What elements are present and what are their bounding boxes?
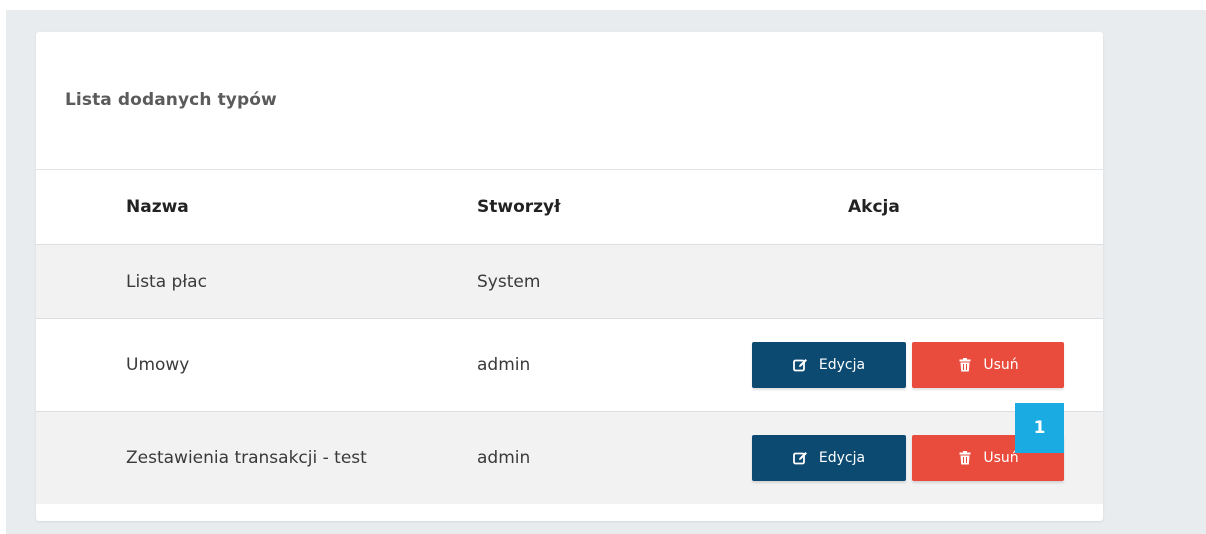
card-header: Lista dodanych typów: [36, 32, 1103, 170]
types-card: Lista dodanych typów Nazwa Stworzył Akcj…: [36, 32, 1103, 521]
row-name: Zestawienia transakcji - test: [126, 447, 367, 468]
delete-button[interactable]: Usuń: [912, 342, 1064, 388]
edit-button-label: Edycja: [818, 449, 866, 466]
edit-button[interactable]: Edycja: [752, 342, 906, 388]
edit-icon: [793, 357, 809, 373]
table-row: Zestawienia transakcji - test admin Edyc…: [36, 411, 1103, 504]
row-name: Umowy: [36, 318, 473, 412]
trash-icon: [957, 357, 973, 373]
row-actions: Edycja Usuń: [703, 318, 1103, 412]
card-title: Lista dodanych typów: [65, 90, 277, 110]
column-header-name: Nazwa: [36, 170, 473, 245]
trash-icon: [957, 450, 973, 466]
edit-button[interactable]: Edycja: [752, 434, 906, 481]
row-creator: admin: [473, 318, 703, 412]
delete-button-label: Usuń: [983, 449, 1019, 466]
edit-button-label: Edycja: [818, 357, 866, 373]
edit-icon: [793, 450, 809, 466]
delete-button-label: Usuń: [983, 357, 1019, 373]
column-header-action: Akcja: [703, 170, 1103, 245]
table-row: Umowy admin Edycja Usuń: [36, 318, 1103, 412]
row-creator: admin: [477, 447, 531, 468]
types-table: Nazwa Stworzył Akcja Lista płac System U…: [36, 170, 1103, 504]
column-header-creator: Stworzył: [473, 170, 703, 245]
table-row: Lista płac System: [36, 244, 1103, 319]
row-actions: [703, 244, 1103, 319]
table-header-row: Nazwa Stworzył Akcja: [36, 170, 1103, 245]
row-creator: System: [473, 244, 703, 319]
annotation-badge: 1: [1015, 403, 1064, 453]
row-name: Lista płac: [36, 244, 473, 319]
